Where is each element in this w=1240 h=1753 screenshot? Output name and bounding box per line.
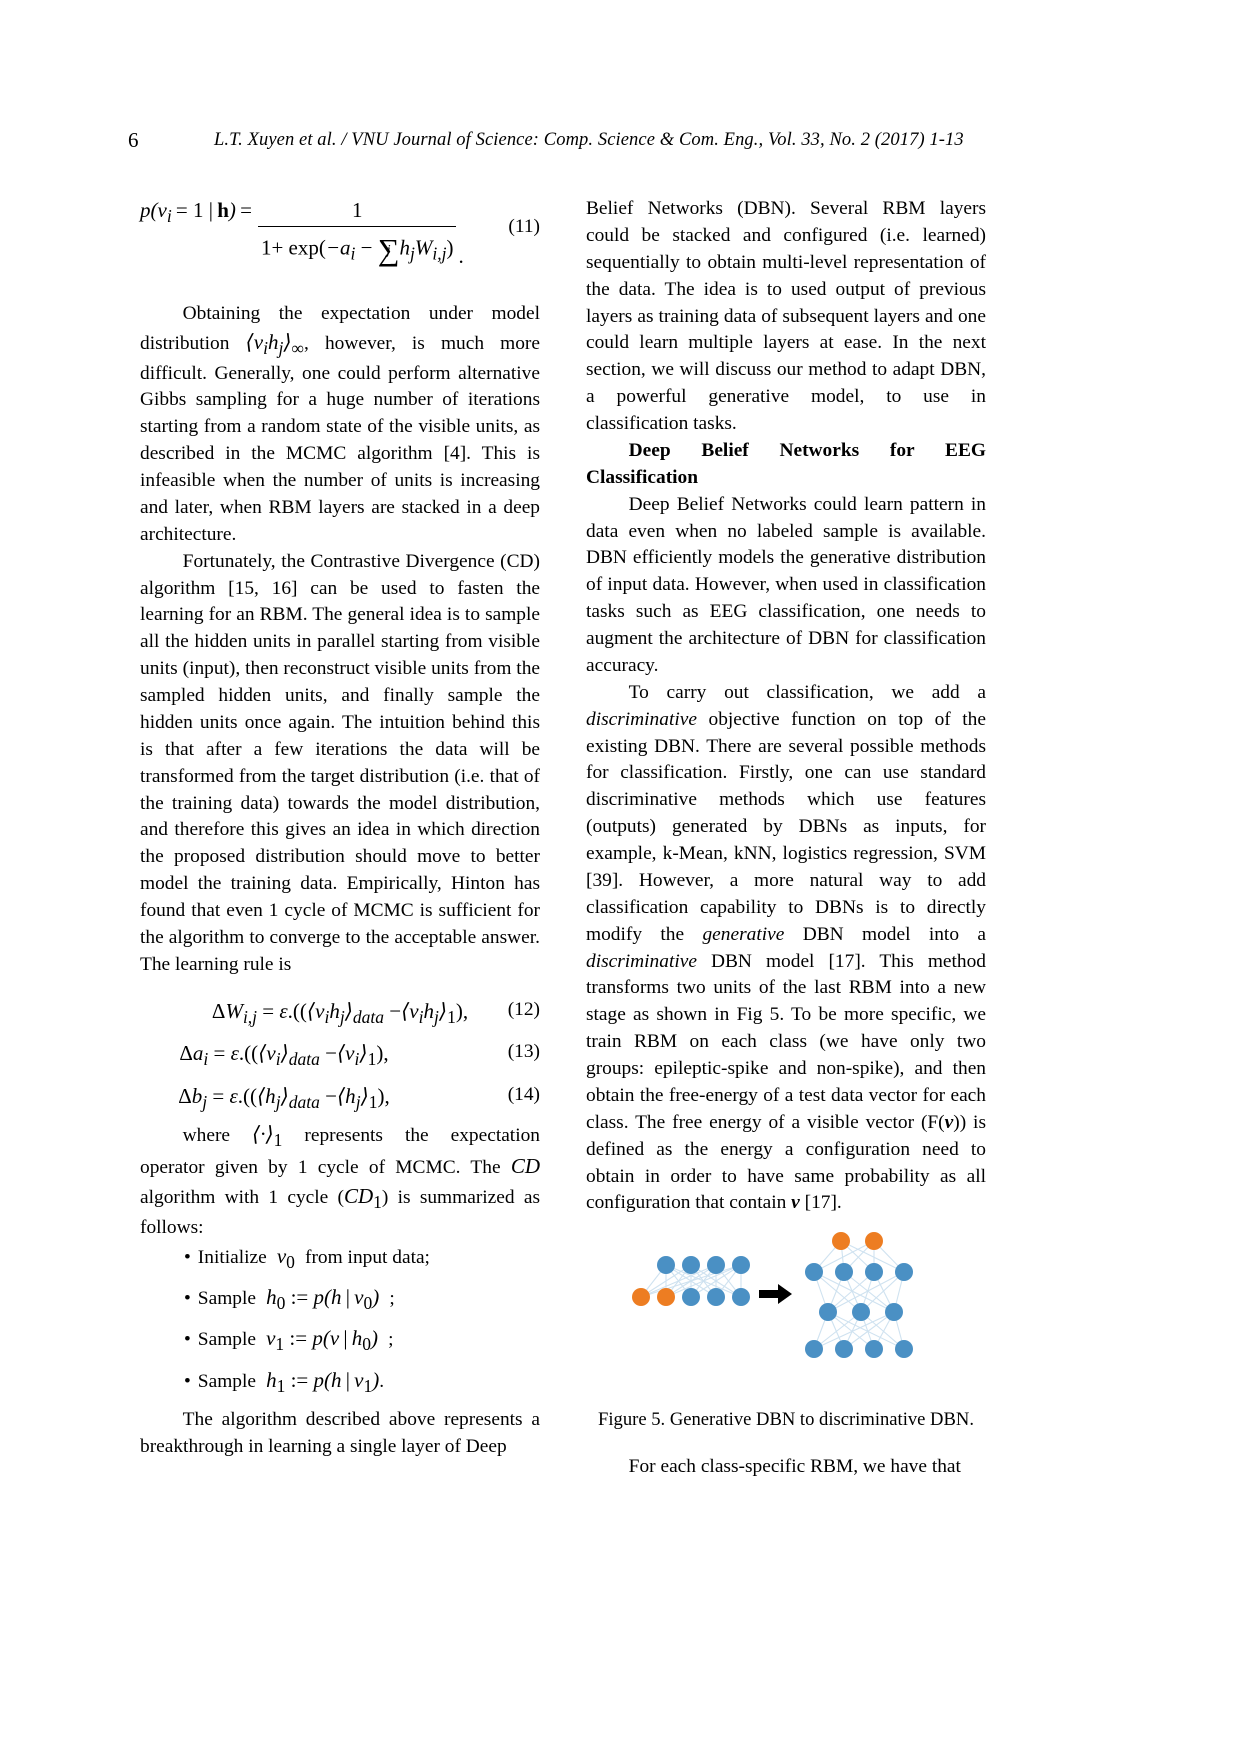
equation-11: p(vi = 1 | h) = 1 1+ exp(−ai − ∑ j hjWi,j)…	[140, 198, 540, 269]
cd-algorithm-list: • Initialize v0 from input data; • Sample …	[140, 1242, 540, 1408]
node-blue	[732, 1256, 750, 1275]
paragraph-where: where ⟨·⟩1 represents the expectation op…	[140, 1121, 540, 1238]
p3-part-d: DBN model [17]. This method transforms t…	[586, 950, 986, 1133]
left-column: p(vi = 1 | h) = 1 1+ exp(−ai − ∑ j hjWi,j)…	[140, 196, 540, 1461]
list-item-tail: ;	[388, 1329, 394, 1351]
equation-14: Δbj = ε.((⟨hj⟩data −⟨hj⟩1), (14)	[178, 1083, 540, 1112]
node-blue	[682, 1256, 700, 1275]
paragraph-fortunately: Fortunately, the Contrastive Divergence …	[140, 550, 540, 975]
p3-italic-discriminative-1: discriminative	[586, 708, 697, 730]
node-blue	[805, 1263, 823, 1282]
paragraph-to-carry-out: To carry out classification, we add a di…	[586, 680, 986, 1218]
list-item: • Sample h0 := p(h | v0) ;	[184, 1284, 395, 1314]
paragraph-obtaining-part2: , however, is much more difficult. Gener…	[140, 333, 540, 545]
p3-italic-discriminative-2: discriminative	[586, 950, 697, 972]
paragraph-dbn-learn: Deep Belief Networks could learn pattern…	[586, 493, 986, 676]
p3-part-c: DBN model into a	[784, 923, 986, 945]
node-blue	[707, 1288, 725, 1307]
list-item-tail: ;	[389, 1287, 395, 1309]
node-blue	[819, 1303, 837, 1322]
paragraph-where-part1: where	[182, 1124, 231, 1146]
p3-part-f: [17].	[799, 1192, 842, 1214]
figure-5-caption: Figure 5. Generative DBN to discriminati…	[598, 1409, 974, 1431]
list-item-label: Sample	[197, 1329, 256, 1351]
node-blue	[682, 1288, 700, 1307]
equation-13: Δai = ε.((⟨vi⟩data −⟨vi⟩1), (13)	[179, 1041, 540, 1070]
node-orange	[832, 1232, 850, 1251]
bullet-marker: •	[184, 1329, 191, 1351]
list-item-label: Initialize	[197, 1246, 267, 1268]
node-orange	[632, 1288, 650, 1307]
equation-14-number: (14)	[507, 1083, 540, 1105]
node-blue	[865, 1340, 883, 1359]
right-column: Belief Networks (DBN). Several RBM layer…	[586, 196, 986, 1481]
paragraph-belief-networks: Belief Networks (DBN). Several RBM layer…	[586, 198, 986, 434]
node-blue	[805, 1340, 823, 1359]
bullet-marker: •	[184, 1287, 191, 1309]
node-blue	[732, 1288, 750, 1307]
figure-5: Figure 5. Generative DBN to discriminati…	[586, 1227, 986, 1432]
bullet-marker: •	[184, 1370, 191, 1392]
page-number: 6	[128, 128, 139, 152]
node-blue	[895, 1340, 913, 1359]
node-orange	[657, 1288, 675, 1307]
p3-part-b: objective function on top of the existin…	[586, 708, 986, 945]
node-orange	[865, 1232, 883, 1251]
list-item-label: Sample	[197, 1370, 256, 1392]
p3-part-a: To carry out classification, we add a	[628, 681, 986, 703]
node-blue	[852, 1303, 870, 1322]
list-item-tail: .	[379, 1370, 385, 1392]
node-blue	[657, 1256, 675, 1275]
document-page: 6 L.T. Xuyen et al. / VNU Journal of Sci…	[0, 0, 1240, 1753]
section-heading-dbn-eeg: Deep Belief Networks for EEG Classificat…	[586, 439, 986, 488]
node-blue	[895, 1263, 913, 1282]
list-item: • Sample h1 := p(h | v1).	[184, 1367, 385, 1396]
running-head: 6 L.T. Xuyen et al. / VNU Journal of Sci…	[0, 128, 1240, 158]
p3-vector-v-2: v	[791, 1192, 800, 1214]
equation-12-number: (12)	[507, 998, 540, 1020]
list-item: • Initialize v0 from input data;	[184, 1243, 430, 1272]
equation-12: ΔWi,j = ε.((⟨vihj⟩data −⟨vihj⟩1), (12)	[211, 998, 540, 1027]
list-item: • Sample v1 := p(v | h0) ;	[184, 1326, 394, 1355]
node-blue	[865, 1263, 883, 1282]
list-item-label: Sample	[197, 1287, 256, 1309]
paragraph-obtaining: Obtaining the expectation under model di…	[140, 303, 540, 545]
paragraph-for-each-class: For each class-specific RBM, we have tha…	[628, 1456, 961, 1478]
node-blue	[835, 1340, 853, 1359]
p3-italic-generative: generative	[702, 923, 785, 945]
equation-13-number: (13)	[507, 1041, 540, 1063]
list-item-tail: from input data;	[305, 1246, 430, 1268]
node-blue	[835, 1263, 853, 1282]
paragraph-breakthrough: The algorithm described above represents…	[140, 1409, 540, 1458]
node-blue	[885, 1303, 903, 1322]
node-blue	[707, 1256, 725, 1275]
right-network-edges	[813, 1240, 905, 1350]
equation-group-12-14: ΔWi,j = ε.((⟨vihj⟩data −⟨vihj⟩1), (12) Δ…	[140, 997, 540, 1114]
paragraph-where-part3: algorithm with 1 cycle (	[140, 1187, 344, 1209]
running-title: L.T. Xuyen et al. / VNU Journal of Scien…	[214, 130, 964, 150]
p3-vector-v-1: v	[944, 1111, 954, 1133]
transform-arrow-icon	[759, 1284, 792, 1305]
bullet-marker: •	[184, 1246, 191, 1268]
equation-11-number: (11)	[508, 216, 540, 237]
generative-to-discriminative-dbn-diagram	[632, 1232, 913, 1359]
